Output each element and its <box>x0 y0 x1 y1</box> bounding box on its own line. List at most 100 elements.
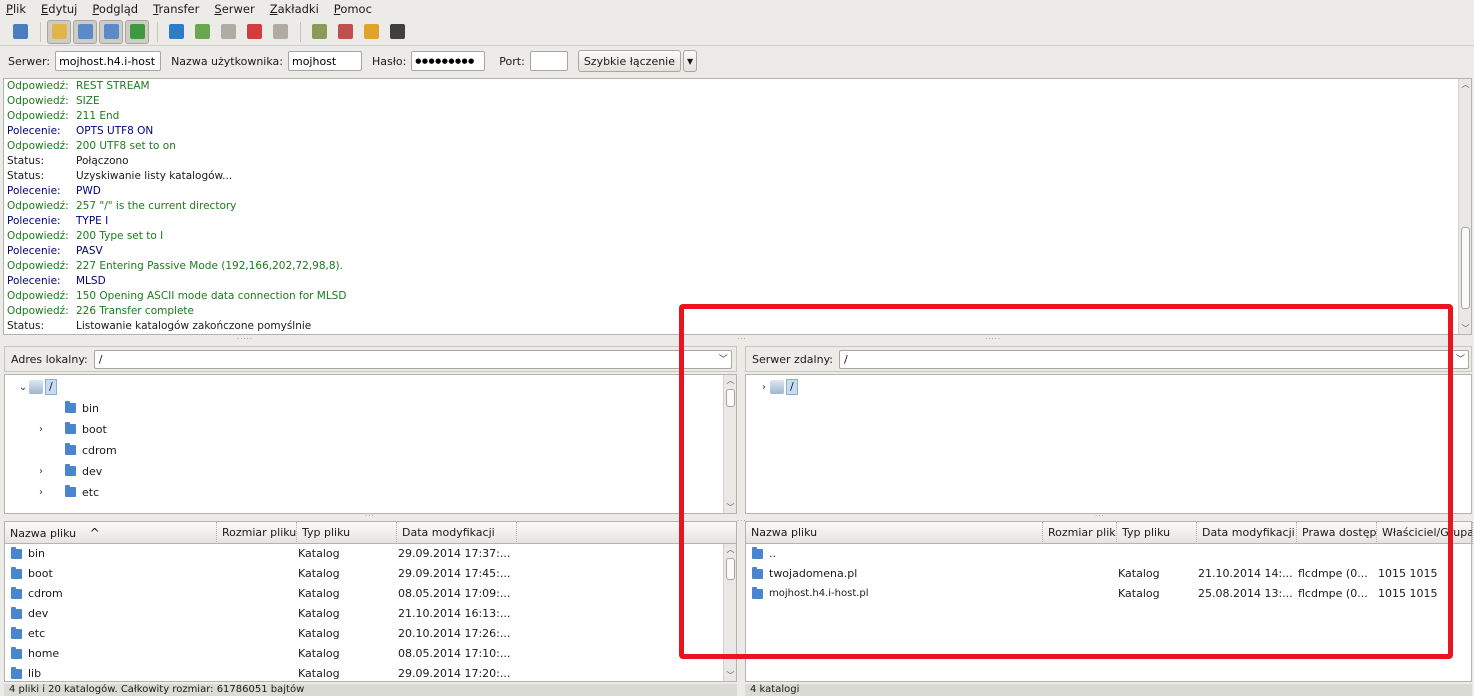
search-remote-files-button[interactable] <box>385 20 409 44</box>
splitter-grip[interactable]: ··· <box>1095 512 1105 520</box>
process-queue-button[interactable] <box>190 20 214 44</box>
splitter-grip[interactable]: ····· <box>237 335 253 343</box>
local-status-bar: 4 pliki i 20 katalogów. Całkowity rozmia… <box>4 684 737 696</box>
column-header-filename[interactable]: Nazwa pliku <box>746 522 1043 544</box>
folder-icon <box>65 485 76 497</box>
username-input[interactable] <box>287 51 362 71</box>
tree-item-root[interactable]: › / <box>758 377 798 397</box>
chevron-down-icon[interactable]: ﹀ <box>1456 352 1465 369</box>
scroll-up-arrow[interactable]: ︿ <box>724 544 736 555</box>
table-row[interactable]: twojadomena.pl Katalog 21.10.2014 14:... fl… <box>746 564 1471 584</box>
cancel-operation-button[interactable] <box>216 20 240 44</box>
table-row[interactable]: bin Katalog 29.09.2014 17:37:... <box>5 544 723 564</box>
toggle-remote-tree-button[interactable] <box>99 19 123 44</box>
scroll-down-arrow[interactable]: ﹀ <box>724 502 736 513</box>
splitter-grip[interactable]: ··· <box>365 512 375 520</box>
table-row[interactable]: dev Katalog 21.10.2014 16:13:... <box>5 604 723 624</box>
splitter-grip[interactable]: ··· <box>737 335 747 343</box>
log-line-text: 200 Type set to I <box>76 230 164 242</box>
column-header-modified[interactable]: Data modyfikacji <box>1197 522 1297 544</box>
table-row[interactable]: home Katalog 08.05.2014 17:10:... <box>5 644 723 664</box>
scroll-thumb[interactable] <box>726 389 735 407</box>
remote-address-input[interactable]: / ﹀ <box>839 349 1469 369</box>
toggle-log-button[interactable] <box>47 19 71 44</box>
quickconnect-button[interactable]: Szybkie łączenie <box>577 50 682 72</box>
expand-toggle-icon[interactable]: › <box>758 382 770 393</box>
quickconnect-bar: Serwer: Nazwa użytkownika: Hasło: Port: … <box>0 48 1474 74</box>
log-line-type: Odpowiedź: <box>7 200 69 212</box>
reconnect-button[interactable] <box>268 20 292 44</box>
tree-item-dev[interactable]: › dev <box>35 461 102 481</box>
local-address-input[interactable]: / ﹀ <box>93 349 732 369</box>
column-header-filetype[interactable]: Typ pliku <box>297 522 397 544</box>
table-row[interactable]: lib Katalog 29.09.2014 17:20:... <box>5 664 723 681</box>
menu-pomoc[interactable]: Pomoc <box>334 2 372 16</box>
menu-serwer[interactable]: Serwer <box>214 2 254 16</box>
scroll-up-arrow[interactable]: ︿ <box>724 375 736 386</box>
reconnect-icon <box>272 24 288 39</box>
table-row[interactable]: cdrom Katalog 08.05.2014 17:09:... <box>5 584 723 604</box>
column-header-filetype[interactable]: Typ pliku <box>1117 522 1197 544</box>
tree-item-boot[interactable]: › boot <box>35 419 107 439</box>
column-header-modified[interactable]: Data modyfikacji <box>397 522 517 544</box>
file-type-cell: Katalog <box>298 567 340 580</box>
file-date-cell: 20.10.2014 17:26:... <box>398 627 511 640</box>
scroll-down-arrow[interactable]: ﹀ <box>724 670 736 681</box>
file-name: lib <box>28 667 42 680</box>
toggle-queue-button[interactable] <box>125 19 149 44</box>
local-address-bar: Adres lokalny: / ﹀ <box>4 346 737 372</box>
tree-item-bin[interactable]: bin <box>35 398 99 418</box>
local-tree-scrollbar[interactable]: ︿ ﹀ <box>723 375 736 513</box>
expand-toggle-icon[interactable]: ⌄ <box>17 382 29 393</box>
folder-icon <box>752 567 763 579</box>
log-line-type: Polecenie: <box>7 125 61 137</box>
menu-plik[interactable]: Plik <box>6 2 26 16</box>
local-list-scrollbar[interactable]: ︿ ﹀ <box>723 544 736 681</box>
compare-directories-button[interactable] <box>333 20 357 44</box>
disconnect-button[interactable] <box>242 20 266 44</box>
menu-podgląd[interactable]: Podgląd <box>92 2 138 16</box>
server-input[interactable] <box>55 51 162 71</box>
chevron-down-icon[interactable]: ﹀ <box>719 352 728 369</box>
tree-item-etc[interactable]: › etc <box>35 482 99 502</box>
file-owner-cell: 1015 1015 <box>1378 587 1438 600</box>
table-row[interactable]: etc Katalog 20.10.2014 17:26:... <box>5 624 723 644</box>
column-header-owner[interactable]: Właściciel/Grupa <box>1377 522 1473 544</box>
log-line: Odpowiedź: SIZE <box>4 94 1471 109</box>
sync-browsing-button[interactable] <box>359 20 383 44</box>
splitter-grip[interactable]: ····· <box>985 335 1001 343</box>
file-date-cell: 08.05.2014 17:09:... <box>398 587 511 600</box>
log-line-text: SIZE <box>76 95 100 107</box>
message-log-scrollbar[interactable]: ︿ ﹀ <box>1458 79 1471 334</box>
menu-edytuj[interactable]: Edytuj <box>41 2 77 16</box>
expand-toggle-icon[interactable]: › <box>35 466 47 477</box>
scroll-down-arrow[interactable]: ﹀ <box>1459 323 1471 334</box>
scroll-thumb[interactable] <box>1461 227 1470 309</box>
tree-item-root[interactable]: ⌄ / <box>17 377 57 397</box>
compare-directories-icon <box>337 24 353 39</box>
directory-listing-filters-button[interactable] <box>307 20 331 44</box>
table-row[interactable]: boot Katalog 29.09.2014 17:45:... <box>5 564 723 584</box>
port-input[interactable] <box>529 51 568 71</box>
quickconnect-history-dropdown[interactable]: ▼ <box>683 50 698 72</box>
expand-toggle-icon[interactable]: › <box>35 487 47 498</box>
log-line-type: Odpowiedź: <box>7 230 69 242</box>
site-manager-button[interactable] <box>8 20 32 44</box>
column-header-filesize[interactable]: Rozmiar pliku <box>1043 522 1117 544</box>
menu-zakładki[interactable]: Zakładki <box>270 2 319 16</box>
scroll-up-arrow[interactable]: ︿ <box>1459 79 1471 90</box>
password-input[interactable] <box>411 51 486 71</box>
table-row[interactable]: .. <box>746 544 1471 564</box>
column-header-filename[interactable]: Nazwa pliku ^ <box>5 522 217 544</box>
log-line: Odpowiedź: 150 Opening ASCII mode data co… <box>4 289 1471 304</box>
column-header-filesize[interactable]: Rozmiar pliku <box>217 522 297 544</box>
expand-toggle-icon[interactable]: › <box>35 424 47 435</box>
table-row[interactable]: mojhost.h4.i-host.pl Katalog 25.08.2014 13… <box>746 584 1471 604</box>
tree-item-cdrom[interactable]: cdrom <box>35 440 117 460</box>
column-header-permissions[interactable]: Prawa dostępu <box>1297 522 1377 544</box>
toggle-local-tree-button[interactable] <box>73 19 97 44</box>
refresh-button[interactable] <box>164 20 188 44</box>
scroll-thumb[interactable] <box>726 558 735 580</box>
menu-transfer[interactable]: Transfer <box>153 2 199 16</box>
log-line-text: MLSD <box>76 275 106 287</box>
